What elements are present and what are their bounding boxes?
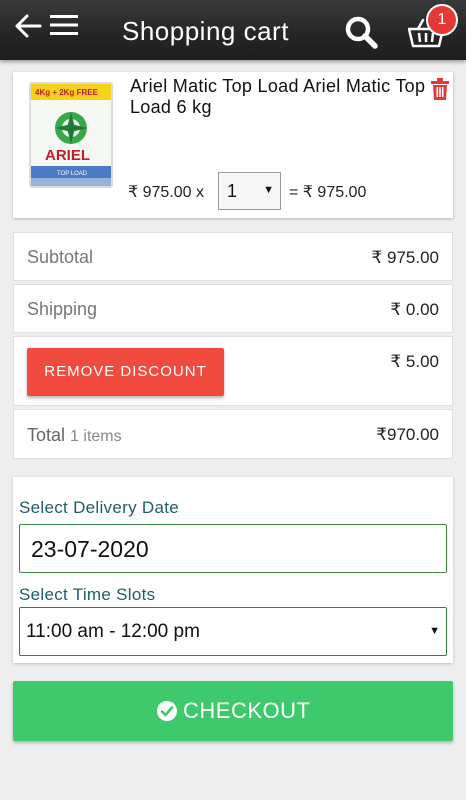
app-header: Shopping cart 1 xyxy=(0,0,466,60)
menu-icon[interactable] xyxy=(50,13,78,37)
quantity-select[interactable]: 1 ▼ xyxy=(218,172,281,210)
shipping-label: Shipping xyxy=(27,299,98,319)
total-items: 1 items xyxy=(70,428,122,445)
delivery-card: Select Delivery Date 23-07-2020 Select T… xyxy=(13,477,453,663)
total-row: Total 1 items ₹970.00 xyxy=(13,409,453,459)
subtotal-row: Subtotal ₹ 975.00 xyxy=(13,232,453,281)
cart-count-badge[interactable]: 1 xyxy=(426,4,458,36)
product-image-brand: ARIEL xyxy=(45,147,90,164)
product-image-promo: 4Kg + 2Kg FREE xyxy=(35,88,99,97)
product-name[interactable]: Ariel Matic Top Load Ariel Matic Top Loa… xyxy=(130,76,430,118)
subtotal-label: Subtotal xyxy=(27,247,94,267)
chevron-down-icon: ▼ xyxy=(263,184,274,196)
shipping-row: Shipping ₹ 0.00 xyxy=(13,284,453,333)
delivery-date-value: 23-07-2020 xyxy=(31,536,149,562)
discount-row: REMOVE DISCOUNT ₹ 5.00 xyxy=(13,336,453,406)
time-slot-label: Select Time Slots xyxy=(19,585,156,604)
unit-price: ₹ 975.00 x xyxy=(128,184,205,201)
total-value: ₹970.00 xyxy=(376,425,439,444)
checkout-label: CHECKOUT xyxy=(183,698,311,723)
subtotal-value: ₹ 975.00 xyxy=(371,248,439,267)
check-circle-icon xyxy=(157,701,177,721)
discount-value: ₹ 5.00 xyxy=(390,352,439,371)
cart-item-card: 4Kg + 2Kg FREE ARIEL TOP LOAD Ariel Mati… xyxy=(13,72,453,218)
chevron-down-icon: ▼ xyxy=(429,625,440,637)
line-total: = ₹ 975.00 xyxy=(289,184,367,201)
delivery-date-label: Select Delivery Date xyxy=(19,498,180,517)
back-arrow-icon[interactable] xyxy=(14,12,42,40)
quantity-value: 1 xyxy=(227,181,238,201)
total-label: Total 1 items xyxy=(27,425,122,446)
search-icon[interactable] xyxy=(344,15,378,49)
remove-discount-button[interactable]: REMOVE DISCOUNT xyxy=(27,348,224,396)
time-slot-select[interactable]: 11:00 am - 12:00 pm ▼ xyxy=(19,607,447,656)
product-image[interactable]: 4Kg + 2Kg FREE ARIEL TOP LOAD xyxy=(29,82,113,188)
time-slot-value: 11:00 am - 12:00 pm xyxy=(26,621,200,642)
shipping-value: ₹ 0.00 xyxy=(390,300,439,319)
trash-icon[interactable] xyxy=(430,78,450,100)
product-image-variant: TOP LOAD xyxy=(57,171,88,177)
checkout-button[interactable]: CHECKOUT xyxy=(13,681,453,741)
page-title: Shopping cart xyxy=(122,16,289,46)
delivery-date-input[interactable]: 23-07-2020 xyxy=(19,524,447,573)
total-text: Total xyxy=(27,425,66,445)
